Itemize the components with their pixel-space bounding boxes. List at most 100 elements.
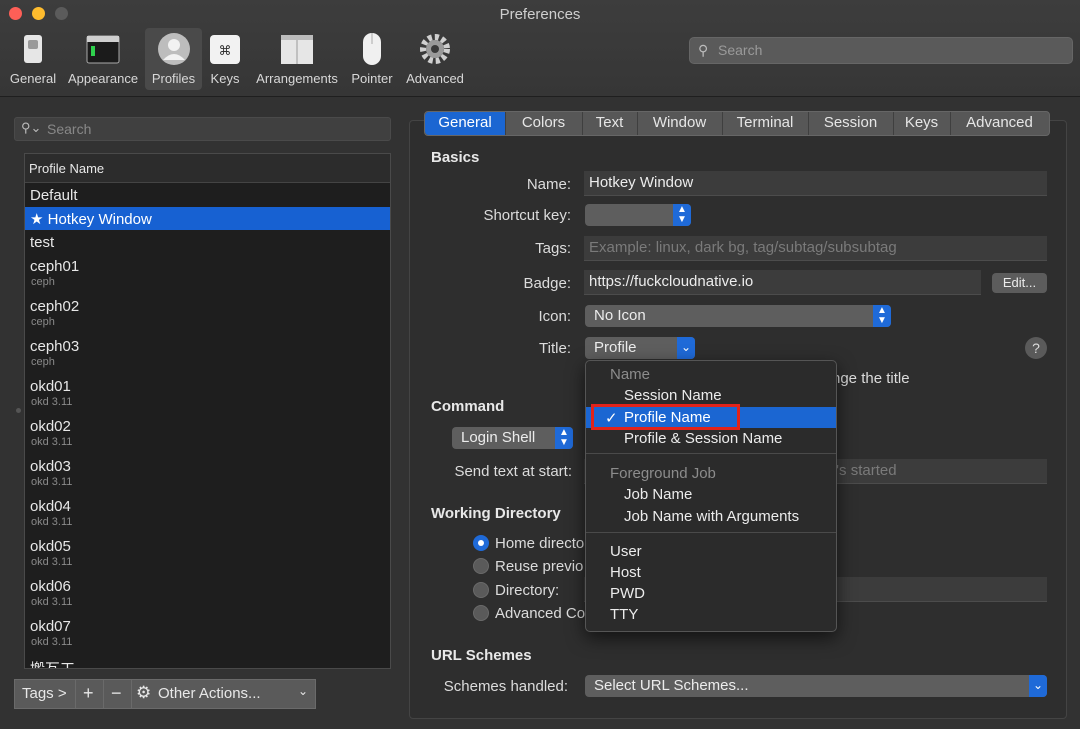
icon-popup[interactable]: No Icon ▲ ▼ [585, 305, 891, 327]
toolbar-arrangements[interactable]: Arrangements [252, 28, 342, 90]
tab-colors[interactable]: Colors [505, 112, 583, 135]
toolbar-appearance[interactable]: Appearance [64, 28, 142, 90]
tab-general[interactable]: General [425, 112, 506, 135]
toolbar-keys[interactable]: ⌘ Keys [204, 28, 246, 90]
working-directory-heading: Working Directory [431, 505, 561, 522]
tab-keys[interactable]: Keys [893, 112, 951, 135]
profile-row[interactable]: ceph03 ceph [25, 335, 390, 375]
toolbar-profiles[interactable]: Profiles [145, 28, 202, 90]
search-icon: ⚲ [698, 42, 709, 58]
menu-item-user[interactable]: User [586, 541, 836, 562]
chevron-down-icon: ⌄ [298, 684, 309, 698]
chevron-down-icon: ⌄ [1029, 675, 1047, 697]
radio-home-directory[interactable] [473, 535, 489, 551]
profile-row[interactable]: okd04 okd 3.11 [25, 495, 390, 535]
profile-list-controls: Tags > + − ⚙ Other Actions... ⌄ [14, 679, 316, 709]
gear-icon: ⚙ [136, 683, 152, 702]
menu-item-job-name-with-arguments[interactable]: Job Name with Arguments [586, 506, 836, 527]
profile-row[interactable]: okd05 okd 3.11 [25, 535, 390, 575]
tab-text[interactable]: Text [582, 112, 638, 135]
menu-header-name: Name [610, 366, 651, 383]
profile-row[interactable]: okd07 okd 3.11 [25, 615, 390, 655]
title-dropdown-menu: Name Session Name ✓ Profile Name Profile… [585, 360, 837, 632]
command-key-icon: ⌘ [208, 32, 242, 66]
name-label: Name: [526, 176, 571, 193]
menu-item-tty[interactable]: TTY [586, 604, 836, 625]
profile-row[interactable]: ceph02 ceph [25, 295, 390, 335]
profile-row[interactable]: okd01 okd 3.11 [25, 375, 390, 415]
radio-advanced-config[interactable] [473, 605, 489, 621]
basics-heading: Basics [431, 149, 480, 166]
stepper-arrows-icon: ▲ ▼ [873, 305, 891, 327]
highlight-annotation-box [591, 404, 740, 430]
command-type-popup[interactable]: Login Shell ▲ ▼ [452, 427, 573, 449]
settings-tab-bar: General Colors Text Window Terminal Sess… [424, 111, 1050, 136]
gear-icon [418, 32, 452, 66]
tags-label: Tags: [535, 240, 571, 257]
toolbar-pointer[interactable]: Pointer [348, 28, 396, 90]
menu-item-pwd[interactable]: PWD [586, 583, 836, 604]
mouse-icon [355, 32, 389, 66]
menu-header-foreground-job: Foreground Job [610, 465, 716, 482]
menu-item-session-name[interactable]: Session Name [586, 385, 836, 406]
tags-button[interactable]: Tags > [14, 679, 76, 709]
title-note: nge the title [832, 370, 910, 387]
name-field[interactable]: Hotkey Window [584, 171, 1047, 196]
tags-field[interactable]: Example: linux, dark bg, tag/subtag/subs… [584, 236, 1047, 261]
advanced-config-label: Advanced Co [495, 605, 586, 622]
menu-item-host[interactable]: Host [586, 562, 836, 583]
tab-window[interactable]: Window [637, 112, 723, 135]
radio-directory[interactable] [473, 582, 489, 598]
title-popup[interactable]: Profile ⌄ [585, 337, 695, 359]
column-header-profile-name[interactable]: Profile Name [25, 154, 390, 183]
profile-row[interactable]: okd06 okd 3.11 [25, 575, 390, 615]
tab-session[interactable]: Session [808, 112, 894, 135]
radio-reuse-previous[interactable] [473, 558, 489, 574]
menu-separator [586, 453, 836, 454]
toolbar-general[interactable]: General [4, 28, 62, 90]
badge-edit-button[interactable]: Edit... [992, 273, 1047, 293]
profile-row[interactable]: test [25, 231, 390, 254]
stepper-arrows-icon: ▲ ▼ [673, 204, 691, 226]
menu-item-job-name[interactable]: Job Name [586, 484, 836, 505]
shortcut-key-label: Shortcut key: [483, 207, 571, 224]
other-actions-menu[interactable]: ⚙ Other Actions... ⌄ [131, 679, 316, 709]
remove-profile-button[interactable]: − [103, 679, 132, 709]
preferences-search-field[interactable]: ⚲ Search [689, 37, 1073, 64]
help-button[interactable]: ? [1025, 337, 1047, 359]
title-label: Title: [539, 340, 571, 357]
terminal-window-icon [86, 32, 120, 66]
svg-text:⌘: ⌘ [219, 44, 232, 59]
command-heading: Command [431, 398, 505, 415]
toolbar-advanced[interactable]: Advanced [402, 28, 468, 90]
profile-row[interactable]: okd02 okd 3.11 [25, 415, 390, 455]
add-profile-button[interactable]: + [75, 679, 104, 709]
profile-search-field[interactable]: ⚲⌄ Search [14, 117, 391, 141]
shortcut-key-popup[interactable]: ▲ ▼ [585, 204, 691, 226]
reuse-previous-label: Reuse previo [495, 558, 584, 575]
chevron-down-icon: ⌄ [677, 337, 695, 359]
split-view-handle[interactable] [16, 408, 21, 413]
stepper-arrows-icon: ▲ ▼ [555, 427, 573, 449]
user-silhouette-icon [157, 32, 191, 66]
profile-row-selected[interactable]: ★ Hotkey Window [25, 207, 390, 230]
profile-list[interactable]: Profile Name Default ★ Hotkey Window tes… [24, 153, 391, 669]
url-schemes-heading: URL Schemes [431, 647, 532, 664]
badge-label: Badge: [523, 275, 571, 292]
window-title: Preferences [499, 6, 581, 23]
profile-row[interactable]: okd03 okd 3.11 [25, 455, 390, 495]
profile-row[interactable]: Default [25, 184, 390, 207]
switch-icon [16, 32, 50, 66]
menu-item-profile-session-name[interactable]: Profile & Session Name [586, 428, 836, 449]
tab-advanced[interactable]: Advanced [950, 112, 1049, 135]
menu-separator [586, 532, 836, 533]
directory-label: Directory: [495, 582, 560, 599]
badge-field[interactable]: https://fuckcloudnative.io [584, 270, 981, 295]
title-bar: Preferences General Appearance Profiles … [0, 0, 1080, 97]
profile-row[interactable]: 搬瓦工 [25, 655, 390, 668]
url-schemes-popup[interactable]: Select URL Schemes... ⌄ [585, 675, 1047, 697]
icon-label: Icon: [538, 308, 571, 325]
profile-row[interactable]: ceph01 ceph [25, 255, 390, 295]
search-icon: ⚲⌄ [21, 120, 42, 135]
tab-terminal[interactable]: Terminal [722, 112, 809, 135]
